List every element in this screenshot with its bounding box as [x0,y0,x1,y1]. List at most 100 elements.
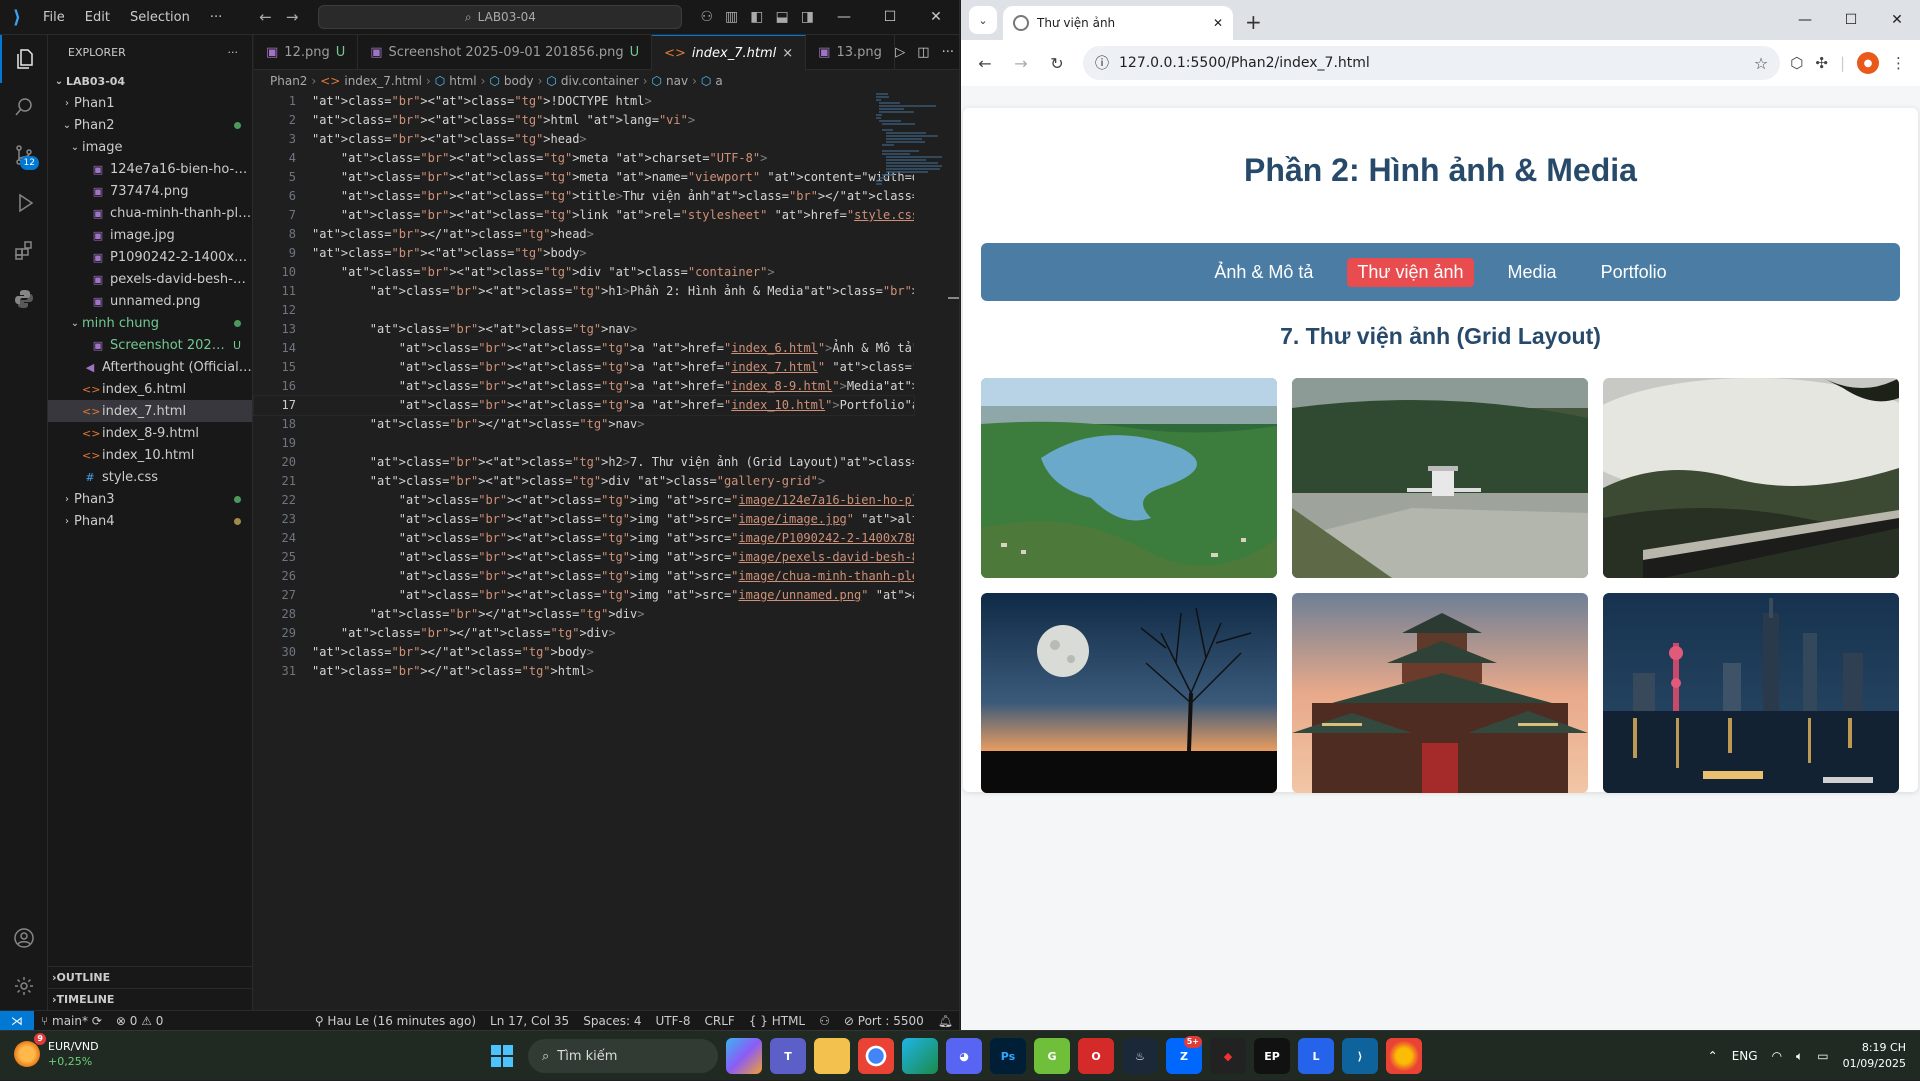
forward-arrow-icon[interactable]: → [1005,47,1037,79]
reload-icon[interactable]: ↻ [1041,47,1073,79]
remote-icon[interactable]: ⋊ [0,1010,34,1030]
code-line[interactable]: 22 "at">class="br"><"at">class="tg">img … [254,491,914,510]
taskbar-search[interactable]: ⌕ Tìm kiếm [528,1039,718,1073]
encoding[interactable]: UTF-8 [649,1014,698,1028]
toggle-panel-icon[interactable]: ⬓ [775,9,788,25]
tree-item[interactable]: ▣ Screenshot 2025-09... U [48,334,252,356]
code-line[interactable]: 6 "at">class="br"><"at">class="tg">title… [254,187,914,206]
browser-tab[interactable]: Thư viện ảnh ✕ [1003,6,1233,40]
breadcrumb-item[interactable]: a [715,74,722,88]
file-explorer-icon[interactable] [814,1038,850,1074]
launcher-app-icon[interactable]: L [1298,1038,1334,1074]
show-hidden-icons-chevron-icon[interactable]: ⌃ [1708,1049,1718,1063]
bookmark-star-icon[interactable]: ☆ [1754,54,1768,73]
code-line[interactable]: 23 "at">class="br"><"at">class="tg">img … [254,510,914,529]
tree-item[interactable]: › Phan1 [48,92,252,114]
tree-item[interactable]: # style.css [48,466,252,488]
nav-link-thu-vien-anh[interactable]: Thư viện ảnh [1347,257,1474,287]
site-info-icon[interactable]: ⓘ [1095,53,1109,73]
menu-edit[interactable]: Edit [76,10,119,25]
nav-link-anh-mo-ta[interactable]: Ảnh & Mô tả [1204,258,1323,287]
tree-item[interactable]: ▣ pexels-david-besh-8847... [48,268,252,290]
code-line[interactable]: 31 "at">class="br"></"at">class="tg">html… [254,662,914,681]
tree-item[interactable]: ▣ unnamed.png [48,290,252,312]
new-tab-plus-icon[interactable]: + [1245,10,1262,34]
close-button[interactable]: ✕ [913,9,959,25]
breadcrumb-item[interactable]: index_7.html [344,74,422,88]
tree-item[interactable]: <> index_6.html [48,378,252,400]
tab-13-png[interactable]: ▣ 13.png [806,35,895,70]
python-icon[interactable] [0,275,48,323]
code-line[interactable]: 9 "at">class="br"><"at">class="tg">body> [254,244,914,263]
code-line[interactable]: 13 "at">class="br"><"at">class="tg">nav> [254,320,914,339]
back-arrow-icon[interactable]: ← [259,8,272,26]
nav-link-media[interactable]: Media [1498,258,1567,287]
command-center-search[interactable]: ⌕ LAB03-04 [318,5,683,29]
line-ending[interactable]: CRLF [698,1014,742,1028]
chrome-canary-app-icon[interactable] [1386,1038,1422,1074]
toggle-sidebar-icon[interactable]: ◧ [750,9,763,25]
code-line[interactable]: 16 "at">class="br"><"at">class="tg">a "a… [254,377,914,396]
profile-avatar[interactable]: ● [1857,52,1879,74]
tab-screenshot[interactable]: ▣ Screenshot 2025-09-01 201856.png U [358,35,653,70]
code-line[interactable]: 3 "at">class="br"><"at">class="tg">head> [254,130,914,149]
notifications-bell-icon[interactable]: 🔔︎ [931,1014,959,1028]
widgets-button[interactable]: 9 EUR/VND +0,25% [14,1033,99,1069]
timeline-section[interactable]: › TIMELINE [48,988,253,1010]
copilot-icon[interactable]: ⚇ [700,9,713,25]
code-line[interactable]: 30 "at">class="br"></"at">class="tg">body… [254,643,914,662]
minimap[interactable] [876,92,946,185]
code-line[interactable]: 7 "at">class="br"><"at">class="tg">link … [254,206,914,225]
breadcrumb-item[interactable]: body [504,74,534,88]
account-icon[interactable] [0,914,48,962]
battery-icon[interactable]: ▭ [1817,1049,1828,1063]
greenshot-app-icon[interactable]: G [1034,1038,1070,1074]
cursor-position[interactable]: Ln 17, Col 35 [483,1014,576,1028]
layout-icon[interactable]: ▥ [725,9,738,25]
code-line[interactable]: 17 "at">class="br"><"at">class="tg">a "a… [253,395,915,416]
code-line[interactable]: 10 "at">class="br"><"at">class="tg">div … [254,263,914,282]
code-line[interactable]: 26 "at">class="br"><"at">class="tg">img … [254,567,914,586]
minimize-button[interactable]: — [1782,0,1828,40]
branch-status[interactable]: ⑂ main* ⟳ [34,1014,109,1028]
address-bar[interactable]: ⓘ 127.0.0.1:5500/Phan2/index_7.html ☆ [1083,46,1781,80]
clock[interactable]: 8:19 CH 01/09/2025 [1843,1040,1906,1072]
code-line[interactable]: 14 "at">class="br"><"at">class="tg">a "a… [254,339,914,358]
copilot-status-icon[interactable]: ⚇ [812,1014,837,1028]
code-line[interactable]: 2 "at">class="br"><"at">class="tg">html "… [254,111,914,130]
problems-status[interactable]: ⊗ 0 ⚠ 0 [109,1014,171,1028]
more-actions-icon[interactable]: ··· [228,46,239,59]
breadcrumb-item[interactable]: html [449,74,476,88]
tree-item[interactable]: ◀ Afterthought (Official Audi... [48,356,252,378]
code-line[interactable]: 20 "at">class="br"><"at">class="tg">h2>7… [254,453,914,472]
code-editor[interactable]: 1 "at">class="br"><"at">class="tg">!DOCTY… [253,92,915,1010]
nav-link-portfolio[interactable]: Portfolio [1591,258,1677,287]
live-server-port[interactable]: ⊘ Port : 5500 [837,1014,931,1028]
run-debug-icon[interactable] [0,179,48,227]
search-icon[interactable] [0,83,48,131]
discord-app-icon[interactable]: ◕ [946,1038,982,1074]
git-blame-status[interactable]: ⚲ Hau Le (16 minutes ago) [308,1014,483,1028]
close-button[interactable]: ✕ [1874,0,1920,40]
breadcrumb-item[interactable]: Phan2 [270,74,307,88]
run-icon[interactable]: ▷ [895,45,905,60]
split-editor-icon[interactable]: ◫ [917,45,929,60]
input-language[interactable]: ENG [1732,1049,1758,1063]
tab-search-chevron-icon[interactable]: ⌄ [969,6,997,34]
menu-more[interactable]: ··· [201,10,231,25]
code-line[interactable]: 12 [254,301,914,320]
tree-item[interactable]: <> index_8-9.html [48,422,252,444]
code-line[interactable]: 19 [254,434,914,453]
tree-item[interactable]: ▣ 737474.png [48,180,252,202]
tree-item[interactable]: › Phan4 [48,510,252,532]
breadcrumb-item[interactable]: div.container [561,74,639,88]
tree-item[interactable]: ▣ image.jpg [48,224,252,246]
tree-item[interactable]: ⌄ minh chung [48,312,252,334]
tree-item[interactable]: <> index_7.html [48,400,252,422]
breadcrumb-item[interactable]: nav [666,74,688,88]
chrome-app-icon[interactable] [858,1038,894,1074]
forward-arrow-icon[interactable]: → [286,8,299,26]
tree-item[interactable]: ▣ P1090242-2-1400x788.jpg [48,246,252,268]
chrome-menu-icon[interactable]: ⋮ [1891,54,1906,72]
vscode-app-icon[interactable]: ⟩ [1342,1038,1378,1074]
